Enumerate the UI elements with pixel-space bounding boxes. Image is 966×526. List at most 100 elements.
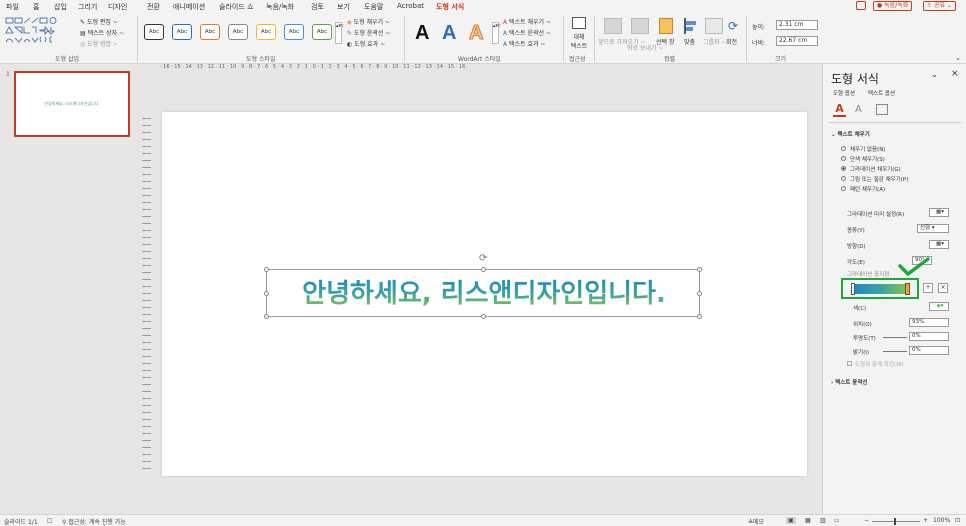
radio-gradient-fill[interactable] — [841, 166, 846, 171]
gradient-bar[interactable] — [853, 284, 909, 294]
menu-record[interactable]: 녹음/녹화 — [266, 2, 294, 12]
wordart-sample-3[interactable]: A — [468, 22, 483, 45]
shape-outline-button[interactable]: ✎ 도형 윤곽선 ~ — [347, 28, 390, 37]
wordart-scroll-icon[interactable]: ▴▾▿ — [492, 22, 501, 44]
position-input[interactable]: 93% — [909, 318, 949, 327]
menu-slideshow[interactable]: 슬라이드 쇼 — [219, 2, 253, 12]
text-effects-tab-icon[interactable]: A — [855, 104, 862, 115]
text-outline-button[interactable]: A 텍스트 윤곽선 ~ — [503, 28, 551, 37]
shape-gallery[interactable] — [5, 16, 75, 46]
style-sample-7[interactable]: Abc — [312, 24, 332, 40]
resize-handle[interactable] — [481, 267, 486, 272]
wordart-sample-1[interactable]: A — [415, 22, 429, 45]
close-icon[interactable]: × — [951, 69, 959, 79]
text-effects-button[interactable]: A 텍스트 효과 ~ — [503, 39, 545, 48]
tab-text-options[interactable]: 텍스트 옵션 — [868, 89, 895, 97]
text-fill-button[interactable]: A 텍스트 채우기 ~ — [503, 17, 551, 26]
radio-no-fill[interactable] — [841, 146, 846, 151]
zoom-level[interactable]: 100% — [933, 517, 950, 524]
style-sample-5[interactable]: Abc — [256, 24, 276, 40]
resize-handle[interactable] — [697, 314, 702, 319]
height-input[interactable]: 2.31 cm — [776, 20, 818, 30]
slide-title-text[interactable]: 안녕하세요, 리스앤디자인입니다. — [267, 277, 701, 311]
style-sample-4[interactable]: Abc — [228, 24, 248, 40]
edit-shape-button[interactable]: ✎ 도형 편집 ~ — [80, 17, 118, 26]
style-sample-3[interactable]: Abc — [200, 24, 220, 40]
menu-animations[interactable]: 애니메이션 — [173, 2, 205, 12]
normal-view-icon[interactable]: ▣ — [786, 517, 796, 524]
width-input[interactable]: 22.67 cm — [776, 36, 818, 46]
tab-shape-options[interactable]: 도형 옵션 — [833, 89, 855, 97]
brightness-input[interactable]: 0% — [909, 346, 949, 355]
add-stop-icon[interactable]: + — [923, 283, 933, 293]
type-dropdown[interactable]: 선형 ▾ — [917, 224, 949, 233]
radio-picture-fill[interactable] — [841, 176, 846, 181]
style-sample-6[interactable]: Abc — [284, 24, 304, 40]
transparency-input[interactable]: 0% — [909, 332, 949, 341]
fit-slide-icon[interactable]: ⊡ — [955, 517, 960, 524]
language-icon[interactable]: ▢ — [47, 517, 53, 524]
align-button[interactable]: 맞춤 — [684, 37, 695, 46]
brightness-slider[interactable] — [883, 351, 907, 352]
preset-gradient-dropdown[interactable]: ▦▾ — [929, 208, 949, 217]
reading-view-icon[interactable]: ▥ — [820, 517, 826, 524]
pane-options-icon[interactable]: ⌄ — [931, 70, 938, 79]
direction-dropdown[interactable]: ▦▾ — [929, 240, 949, 249]
collapse-ribbon-icon[interactable]: ⌄ — [955, 54, 961, 62]
menu-review[interactable]: 검토 — [311, 2, 324, 12]
radio-solid-fill[interactable] — [841, 156, 846, 161]
gradient-stop-1[interactable] — [851, 283, 855, 295]
section-text-outline[interactable]: › 텍스트 윤곽선 — [831, 378, 867, 386]
zoom-slider[interactable] — [872, 518, 920, 525]
zoom-in-icon[interactable]: + — [923, 517, 928, 524]
zoom-thumb[interactable] — [894, 518, 896, 525]
merge-shapes-button[interactable]: ◎ 도형 병합 ~ — [80, 39, 118, 48]
menu-design[interactable]: 디자인 — [108, 2, 127, 12]
remove-stop-icon[interactable]: × — [938, 283, 948, 293]
slide-sorter-icon[interactable]: ▦ — [805, 517, 811, 524]
slide-thumbnail-1[interactable]: 안녕하세요, 리스앤디자인입니다. — [14, 71, 130, 137]
thumbnail-text: 안녕하세요, 리스앤디자인입니다. — [44, 101, 100, 106]
zoom-out-icon[interactable]: − — [864, 517, 869, 524]
accessibility-status[interactable]: ⚲ 접근성: 계속 진행 가능 — [62, 517, 126, 526]
styles-scroll-icon[interactable]: ▴▾▿ — [335, 22, 344, 44]
transparency-slider[interactable] — [883, 337, 907, 338]
menu-transitions[interactable]: 전환 — [147, 2, 160, 12]
style-sample-1[interactable]: Abc — [144, 24, 164, 40]
gradient-stop-2[interactable] — [905, 283, 910, 295]
notes-button[interactable]: ≜메모 — [748, 517, 764, 526]
slideshow-icon[interactable]: ▭ — [834, 517, 840, 524]
record-button[interactable]: ● 녹음/녹화 — [873, 1, 913, 11]
style-sample-2[interactable]: Abc — [172, 24, 192, 40]
wordart-sample-2[interactable]: A — [442, 22, 456, 45]
selection-pane-button[interactable]: 선택 창 — [656, 37, 674, 46]
group-button[interactable]: 그룹화 ~ — [703, 37, 727, 46]
resize-handle[interactable] — [264, 267, 269, 272]
resize-handle[interactable] — [697, 267, 702, 272]
text-fill-outline-icon[interactable]: A — [833, 103, 846, 117]
slide-canvas[interactable]: ⟳ 안녕하세요, 리스앤디자인입니다. — [162, 112, 807, 476]
share-button[interactable]: ⇪ 공유 ⌄ — [923, 1, 956, 11]
menu-view[interactable]: 보기 — [337, 2, 350, 12]
radio-pattern-fill[interactable] — [841, 186, 846, 191]
resize-handle[interactable] — [481, 314, 486, 319]
resize-handle[interactable] — [264, 314, 269, 319]
shape-effects-button[interactable]: ◐ 도형 효과 ~ — [347, 39, 385, 48]
menu-home[interactable]: 홈 — [33, 2, 39, 12]
color-dropdown[interactable]: ◈▾ — [929, 302, 949, 311]
section-text-fill[interactable]: ⌄ 텍스트 채우기 — [831, 130, 870, 138]
menu-insert[interactable]: 삽입 — [54, 2, 67, 12]
rotate-handle-icon[interactable]: ⟳ — [479, 253, 487, 264]
rotate-with-shape-checkbox[interactable] — [847, 361, 852, 366]
textbox-button[interactable]: ▤ 텍스트 상자 ~ — [80, 28, 124, 37]
textbox-tab-icon[interactable] — [876, 104, 888, 115]
menu-acrobat[interactable]: Acrobat — [397, 2, 424, 10]
comment-icon[interactable] — [856, 1, 866, 10]
selected-textbox[interactable]: ⟳ 안녕하세요, 리스앤디자인입니다. — [264, 253, 702, 319]
menu-draw[interactable]: 그리기 — [78, 2, 97, 12]
menu-help[interactable]: 도움말 — [364, 2, 383, 12]
alt-text-button[interactable]: 대체 텍스트 — [567, 17, 591, 53]
shape-fill-button[interactable]: ◈ 도형 채우기 ~ — [347, 17, 390, 26]
rotate-button[interactable]: 회전 — [726, 37, 737, 46]
menu-file[interactable]: 파일 — [6, 2, 19, 12]
